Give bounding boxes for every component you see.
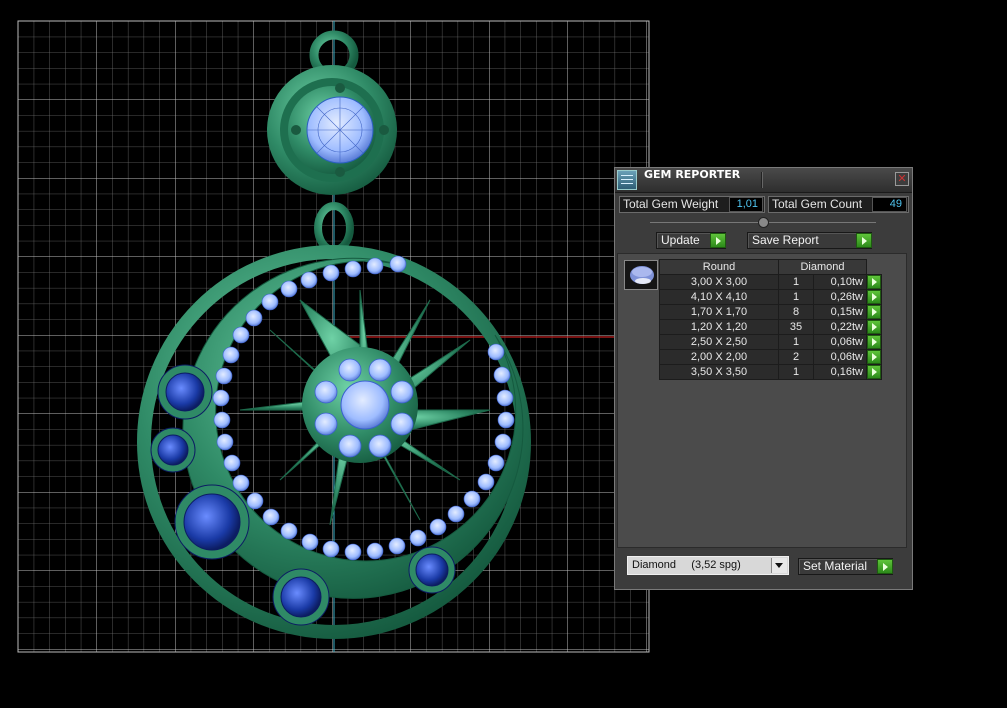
save-report-go-icon[interactable] bbox=[856, 233, 872, 248]
row-go-cell[interactable] bbox=[866, 319, 882, 335]
row-go-icon[interactable] bbox=[867, 335, 881, 349]
gem-size-cell: 2,50 X 2,50 bbox=[659, 334, 779, 350]
total-gem-count-label: Total Gem Count bbox=[772, 197, 863, 211]
row-go-icon[interactable] bbox=[867, 305, 881, 319]
row-go-cell[interactable] bbox=[866, 304, 882, 320]
total-gem-count-value: 49 bbox=[872, 197, 907, 212]
row-go-icon[interactable] bbox=[867, 320, 881, 334]
row-go-cell[interactable] bbox=[866, 274, 882, 290]
gem-weight-cell: 0,15tw bbox=[813, 304, 867, 320]
gem-size-cell: 2,00 X 2,00 bbox=[659, 349, 779, 365]
gem-count-cell: 2 bbox=[778, 349, 814, 365]
save-report-button-label: Save Report bbox=[752, 233, 819, 247]
total-gem-weight-value: 1,01 bbox=[729, 197, 763, 212]
update-button-label: Update bbox=[661, 233, 700, 247]
gem-weight-cell: 0,26tw bbox=[813, 289, 867, 305]
set-material-button-label: Set Material bbox=[803, 559, 868, 573]
column-header-material: Diamond bbox=[778, 259, 867, 275]
update-button[interactable]: Update bbox=[656, 232, 726, 249]
row-go-icon[interactable] bbox=[867, 365, 881, 379]
row-go-cell[interactable] bbox=[866, 364, 882, 380]
row-go-icon[interactable] bbox=[867, 275, 881, 289]
gem-count-cell: 1 bbox=[778, 334, 814, 350]
table-row[interactable]: 1,20 X 1,20 35 0,22tw bbox=[659, 319, 882, 335]
header-spacer bbox=[867, 260, 882, 275]
gem-weight-cell: 0,16tw bbox=[813, 364, 867, 380]
update-go-icon[interactable] bbox=[710, 233, 726, 248]
table-row[interactable]: 3,50 X 3,50 1 0,16tw bbox=[659, 364, 882, 380]
gem-reporter-app-icon bbox=[617, 170, 637, 190]
gem-weight-cell: 0,22tw bbox=[813, 319, 867, 335]
row-go-icon[interactable] bbox=[867, 350, 881, 364]
gem-size-cell: 1,20 X 1,20 bbox=[659, 319, 779, 335]
gem-weight-cell: 0,06tw bbox=[813, 349, 867, 365]
panel-titlebar[interactable]: GEM REPORTER ✕ bbox=[615, 168, 912, 193]
material-select[interactable]: Diamond (3,52 spg) bbox=[627, 556, 789, 575]
gem-count-cell: 8 bbox=[778, 304, 814, 320]
table-row[interactable]: 1,70 X 1,70 8 0,15tw bbox=[659, 304, 882, 320]
panel-slider-handle[interactable] bbox=[758, 217, 769, 228]
set-material-button[interactable]: Set Material bbox=[798, 558, 893, 575]
row-go-icon[interactable] bbox=[867, 290, 881, 304]
total-gem-weight-label: Total Gem Weight bbox=[623, 197, 719, 211]
gem-rows: 3,00 X 3,00 1 0,10tw 4,10 X 4,10 1 0,26tw 1,70… bbox=[659, 274, 882, 380]
gem-count-cell: 35 bbox=[778, 319, 814, 335]
gem-size-cell: 3,50 X 3,50 bbox=[659, 364, 779, 380]
panel-title: GEM REPORTER bbox=[644, 168, 741, 181]
save-report-button[interactable]: Save Report bbox=[747, 232, 872, 249]
gem-report-table: Round Diamond 3,00 X 3,00 1 0,10tw 4,10 X 4… bbox=[659, 259, 882, 380]
title-divider-highlight bbox=[762, 172, 763, 188]
row-go-cell[interactable] bbox=[866, 349, 882, 365]
gem-count-cell: 1 bbox=[778, 274, 814, 290]
chevron-down-icon[interactable] bbox=[771, 558, 787, 573]
set-material-go-icon[interactable] bbox=[877, 559, 893, 574]
table-row[interactable]: 3,00 X 3,00 1 0,10tw bbox=[659, 274, 882, 290]
gem-count-cell: 1 bbox=[778, 364, 814, 380]
gem-size-cell: 3,00 X 3,00 bbox=[659, 274, 779, 290]
gem-weight-cell: 0,06tw bbox=[813, 334, 867, 350]
row-go-cell[interactable] bbox=[866, 334, 882, 350]
gem-size-cell: 4,10 X 4,10 bbox=[659, 289, 779, 305]
material-select-value: Diamond (3,52 spg) bbox=[632, 559, 741, 571]
gem-count-cell: 1 bbox=[778, 289, 814, 305]
close-icon[interactable]: ✕ bbox=[895, 172, 909, 186]
table-row[interactable]: 2,50 X 2,50 1 0,06tw bbox=[659, 334, 882, 350]
table-row[interactable]: 4,10 X 4,10 1 0,26tw bbox=[659, 289, 882, 305]
round-gem-icon[interactable] bbox=[624, 260, 658, 290]
table-row[interactable]: 2,00 X 2,00 2 0,06tw bbox=[659, 349, 882, 365]
row-go-cell[interactable] bbox=[866, 289, 882, 305]
column-header-shape: Round bbox=[659, 259, 779, 275]
gem-weight-cell: 0,10tw bbox=[813, 274, 867, 290]
gem-size-cell: 1,70 X 1,70 bbox=[659, 304, 779, 320]
table-header-row: Round Diamond bbox=[659, 259, 882, 275]
